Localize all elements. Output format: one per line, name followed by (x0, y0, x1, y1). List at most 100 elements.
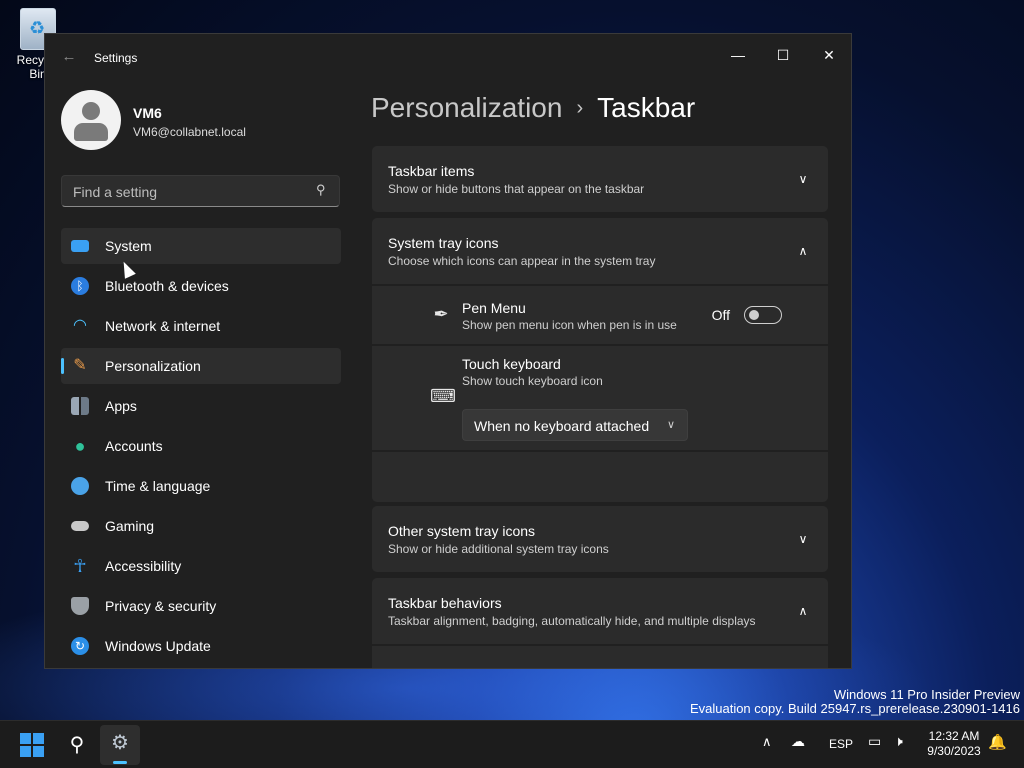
watermark-line-1: Windows 11 Pro Insider Preview (833, 687, 1020, 702)
breadcrumb: Personalization › Taskbar (371, 92, 695, 124)
title-bar: ← Settings — ☐ ✕ (45, 34, 851, 80)
evaluation-watermark: Windows 11 Pro Insider Preview Evaluatio… (690, 688, 1020, 716)
touch-keyboard-subtitle: Show touch keyboard icon (462, 374, 603, 388)
breadcrumb-parent[interactable]: Personalization (371, 92, 562, 123)
search-input[interactable] (71, 182, 305, 202)
card-title: System tray icons (388, 235, 499, 251)
touch-keyboard-row: ⌨ Touch keyboard Show touch keyboard ico… (372, 346, 828, 450)
window-title: Settings (94, 51, 138, 65)
card-subtitle: Choose which icons can appear in the sys… (388, 254, 656, 268)
sidebar: VM6 VM6@collabnet.local ⚲ System ᛒ Bluet… (45, 80, 355, 668)
taskbar-alignment-row-partial (372, 646, 828, 668)
user-name: VM6 (133, 105, 162, 121)
wifi-icon: ◠ (73, 317, 87, 334)
taskbar-items-card[interactable]: Taskbar items Show or hide buttons that … (372, 146, 828, 212)
search-box[interactable]: ⚲ (61, 175, 340, 207)
sidebar-item-bluetooth[interactable]: ᛒ Bluetooth & devices (61, 268, 341, 304)
dropdown-value: When no keyboard attached (474, 418, 650, 434)
sidebar-item-time-language[interactable]: Time & language (61, 468, 341, 504)
pen-menu-subtitle: Show pen menu icon when pen is in use (462, 318, 677, 332)
system-tray-icons-card[interactable]: System tray icons Choose which icons can… (372, 218, 828, 284)
back-button[interactable]: ← (59, 48, 79, 66)
user-email: VM6@collabnet.local (133, 125, 246, 139)
close-button[interactable]: ✕ (806, 40, 851, 70)
person-icon: ● (74, 436, 86, 456)
touch-keyboard-dropdown[interactable]: When no keyboard attached ∨ (462, 409, 688, 441)
other-tray-icons-card[interactable]: Other system tray icons Show or hide add… (372, 506, 828, 572)
show-hidden-icons-chevron-icon[interactable]: ∧ (762, 734, 772, 750)
page-title: Taskbar (597, 92, 696, 123)
sidebar-item-label: Network & internet (105, 318, 221, 334)
sidebar-item-accessibility[interactable]: ☥ Accessibility (61, 548, 341, 584)
chevron-down-icon: ∨ (666, 419, 675, 431)
sidebar-item-label: Gaming (105, 518, 155, 534)
chevron-up-icon[interactable]: ∧ (796, 604, 810, 618)
chevron-up-icon[interactable]: ∧ (796, 244, 810, 258)
volume-muted-icon[interactable]: 🕨 (894, 733, 903, 750)
notification-bell-icon[interactable]: 🔔 (988, 733, 1007, 751)
globe-clock-icon (71, 477, 89, 495)
pen-menu-state-label: Off (711, 307, 730, 323)
running-indicator (113, 761, 127, 764)
taskbar-settings-app[interactable]: ⚙ (100, 725, 140, 765)
sidebar-item-gaming[interactable]: Gaming (61, 508, 341, 544)
sidebar-item-accounts[interactable]: ● Accounts (61, 428, 341, 464)
windows-logo-icon (20, 746, 31, 757)
sidebar-item-label: Time & language (105, 478, 211, 494)
taskbar: ⚲ ⚙ ∧ ☁ ESP ▭ 🕨 12:32 AM 9/30/2023 🔔 (0, 720, 1024, 768)
avatar[interactable] (61, 90, 121, 150)
touch-keyboard-title: Touch keyboard (462, 356, 561, 372)
avatar-body (74, 123, 108, 141)
sidebar-item-system[interactable]: System (61, 228, 341, 264)
sidebar-item-label: Bluetooth & devices (105, 278, 229, 294)
settings-window: ← Settings — ☐ ✕ VM6 VM6@collabnet.local… (44, 33, 852, 669)
shield-icon (71, 597, 89, 615)
sidebar-item-network[interactable]: ◠ Network & internet (61, 308, 341, 344)
card-title: Taskbar items (388, 163, 475, 179)
taskbar-search-icon[interactable]: ⚲ (64, 732, 90, 758)
sidebar-item-label: Accessibility (105, 558, 182, 574)
sidebar-item-label: Apps (105, 398, 137, 414)
chevron-down-icon[interactable]: ∨ (796, 532, 810, 546)
card-subtitle: Show or hide buttons that appear on the … (388, 182, 645, 196)
clock-date: 9/30/2023 (927, 744, 981, 758)
sidebar-nav: System ᛒ Bluetooth & devices ◠ Network &… (61, 228, 341, 668)
sidebar-item-label: Windows Update (105, 638, 211, 654)
maximize-button[interactable]: ☐ (760, 40, 806, 70)
sidebar-item-apps[interactable]: Apps (61, 388, 341, 424)
card-subtitle: Taskbar alignment, badging, automaticall… (388, 614, 756, 628)
system-icon (71, 240, 89, 252)
start-button[interactable] (20, 733, 44, 757)
sidebar-item-label: Personalization (105, 358, 201, 374)
card-title: Other system tray icons (388, 523, 536, 539)
pen-menu-title: Pen Menu (462, 300, 526, 316)
taskbar-clock[interactable]: 12:32 AM 9/30/2023 (920, 729, 988, 759)
clock-time: 12:32 AM (928, 729, 980, 743)
sidebar-item-windows-update[interactable]: ↻ Windows Update (61, 628, 341, 664)
accessibility-icon: ☥ (73, 556, 87, 576)
sidebar-item-label: System (105, 238, 152, 254)
gear-icon: ⚙ (111, 732, 129, 754)
selection-indicator (61, 358, 64, 374)
update-icon: ↻ (71, 637, 89, 655)
taskbar-behaviors-card[interactable]: Taskbar behaviors Taskbar alignment, bad… (372, 578, 828, 644)
gamepad-icon (71, 521, 89, 531)
watermark-line-2: Evaluation copy. Build 25947.rs_prerelea… (689, 701, 1020, 716)
sidebar-item-personalization[interactable]: ✎ Personalization (61, 348, 341, 384)
bluetooth-icon: ᛒ (71, 277, 89, 295)
system-tray-empty-row (372, 452, 828, 502)
card-title: Taskbar behaviors (388, 595, 502, 611)
main-content: Personalization › Taskbar Taskbar items Sh… (371, 80, 831, 668)
search-icon[interactable]: ⚲ (316, 182, 330, 200)
brush-icon: ✎ (73, 357, 87, 374)
windows-logo-icon (33, 746, 44, 757)
network-icon[interactable]: ▭ (868, 733, 881, 750)
sidebar-item-label: Privacy & security (105, 598, 217, 614)
chevron-down-icon[interactable]: ∨ (796, 172, 810, 186)
toggle-knob (749, 310, 759, 320)
language-indicator[interactable]: ESP (829, 737, 853, 751)
pen-menu-toggle[interactable] (744, 306, 782, 324)
sidebar-item-privacy[interactable]: Privacy & security (61, 588, 341, 624)
minimize-button[interactable]: — (715, 40, 761, 70)
onedrive-cloud-icon[interactable]: ☁ (791, 733, 805, 750)
